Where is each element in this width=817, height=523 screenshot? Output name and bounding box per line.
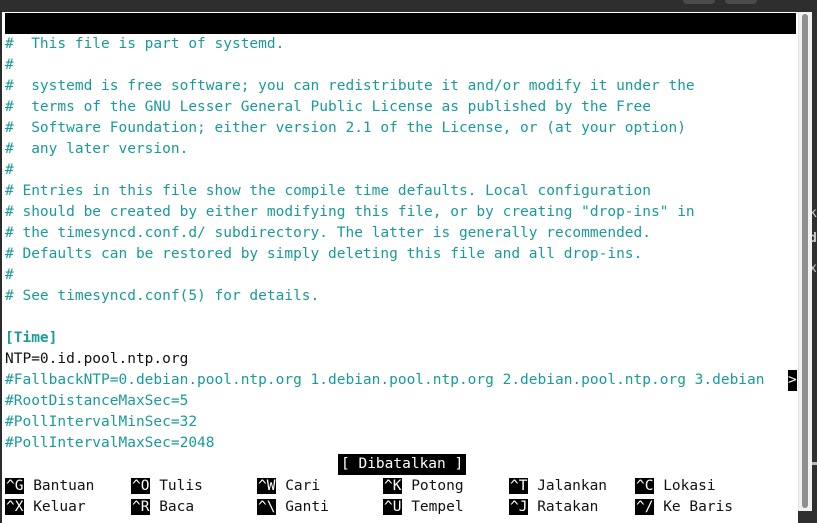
shortcut-key: ^\ bbox=[257, 499, 277, 515]
shortcut-key: ^R bbox=[131, 499, 151, 515]
shortcut-justify[interactable]: ^J Ratakan bbox=[509, 497, 598, 517]
file-line: #FallbackNTP=0.debian.pool.ntp.org 1.deb… bbox=[5, 372, 765, 388]
shortcut-read[interactable]: ^R Baca bbox=[131, 497, 194, 517]
shortcut-key: ^/ bbox=[635, 499, 655, 515]
shortcut-key: ^X bbox=[5, 499, 25, 515]
shortcut-label: Potong bbox=[411, 478, 464, 494]
window-top-strip bbox=[0, 0, 817, 12]
shortcut-goto-line[interactable]: ^/ Ke Baris bbox=[635, 497, 733, 517]
file-line: #RootDistanceMaxSec=5 bbox=[5, 393, 189, 409]
file-line: # Software Foundation; either version 2.… bbox=[5, 120, 686, 136]
window-control-button[interactable] bbox=[725, 0, 757, 4]
file-line: # terms of the GNU Lesser General Public… bbox=[5, 99, 652, 115]
editor-filename: timesyncd.conf * bbox=[356, 57, 496, 73]
file-line: # bbox=[5, 162, 14, 178]
file-line: #PollIntervalMinSec=32 bbox=[5, 414, 198, 430]
shortcut-paste[interactable]: ^U Tempel bbox=[383, 497, 464, 517]
shortcut-label: Ratakan bbox=[537, 499, 599, 515]
shortcut-label: Bantuan bbox=[33, 478, 95, 494]
shortcut-label: Lokasi bbox=[663, 478, 716, 494]
shortcut-location[interactable]: ^C Lokasi bbox=[635, 476, 716, 496]
file-line: # bbox=[5, 57, 14, 73]
shortcut-write[interactable]: ^O Tulis bbox=[131, 476, 203, 496]
shortcut-label: Ke Baris bbox=[663, 499, 734, 515]
file-line: # bbox=[5, 267, 14, 283]
shortcut-cut[interactable]: ^K Potong bbox=[383, 476, 464, 496]
file-line: # the timesyncd.conf.d/ subdirectory. Th… bbox=[5, 225, 652, 241]
file-line: # This file is part of systemd. bbox=[5, 36, 285, 52]
window-control-button[interactable] bbox=[683, 0, 715, 4]
file-line: NTP=0.id.pool.ntp.org bbox=[5, 351, 189, 367]
shortcut-label: Jalankan bbox=[537, 478, 608, 494]
shortcut-key: ^K bbox=[383, 478, 403, 494]
shortcut-label: Ganti bbox=[285, 499, 329, 515]
shortcut-replace[interactable]: ^\ Ganti bbox=[257, 497, 329, 517]
file-line: # Entries in this file show the compile … bbox=[5, 183, 652, 199]
shortcut-label: Cari bbox=[285, 478, 321, 494]
terminal-scrollbar[interactable] bbox=[798, 12, 812, 511]
shortcut-key: ^J bbox=[509, 499, 529, 515]
shortcut-search[interactable]: ^W Cari bbox=[257, 476, 320, 496]
shortcut-help[interactable]: ^G Bantuan bbox=[5, 476, 94, 496]
line-truncation-marker: > bbox=[788, 370, 797, 391]
shortcut-label: Tulis bbox=[159, 478, 203, 494]
file-line: # Defaults can be restored by simply del… bbox=[5, 246, 643, 262]
file-line: # See timesyncd.conf(5) for details. bbox=[5, 288, 320, 304]
shortcut-label: Keluar bbox=[33, 499, 86, 515]
shortcut-label: Baca bbox=[159, 499, 195, 515]
shortcut-key: ^U bbox=[383, 499, 403, 515]
section-header: [Time] bbox=[5, 330, 58, 346]
shortcut-key: ^C bbox=[635, 478, 655, 494]
shortcut-key: ^T bbox=[509, 478, 529, 494]
shortcut-exit[interactable]: ^X Keluar bbox=[5, 497, 86, 517]
shortcut-key: ^G bbox=[5, 478, 25, 494]
file-line: # should be created by either modifying … bbox=[5, 204, 695, 220]
status-message: [ Dibatalkan ] bbox=[338, 454, 467, 475]
shortcut-execute[interactable]: ^T Jalankan bbox=[509, 476, 607, 496]
nano-title-bar: GNU nano 7.2 timesyncd.conf * bbox=[5, 13, 796, 73]
file-line: # any later version. bbox=[5, 141, 189, 157]
scrollbar-thumb[interactable] bbox=[802, 14, 808, 508]
file-line: #PollIntervalMaxSec=2048 bbox=[5, 435, 215, 451]
shortcut-label: Tempel bbox=[411, 499, 464, 515]
shortcut-key: ^W bbox=[257, 478, 277, 494]
file-line: # systemd is free software; you can redi… bbox=[5, 78, 695, 94]
shortcut-key: ^O bbox=[131, 478, 151, 494]
